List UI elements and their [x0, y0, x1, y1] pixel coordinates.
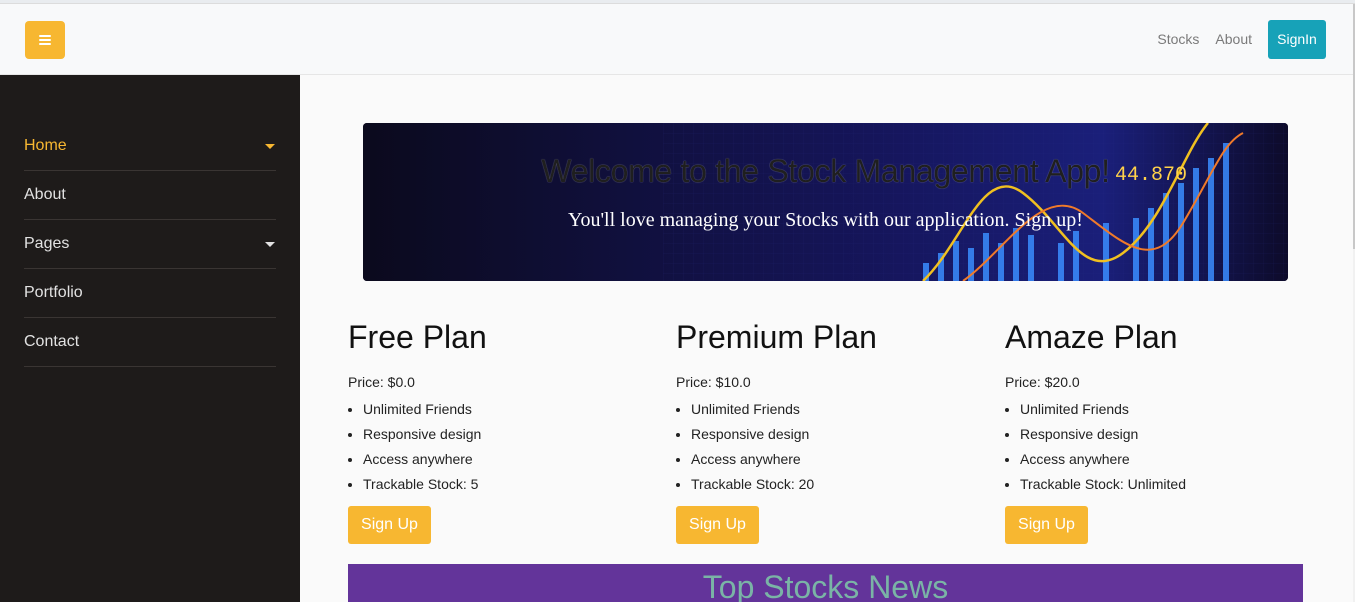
feature-item: Access anywhere — [691, 447, 966, 472]
feature-item: Access anywhere — [1020, 447, 1295, 472]
nav-link-about[interactable]: About — [1215, 19, 1252, 59]
sidebar-item-label: Portfolio — [24, 284, 83, 301]
signup-button-free[interactable]: Sign Up — [348, 506, 431, 544]
signup-button-amaze[interactable]: Sign Up — [1005, 506, 1088, 544]
plan-features: Unlimited Friends Responsive design Acce… — [348, 397, 638, 497]
sidebar-item-portfolio[interactable]: Portfolio — [24, 269, 276, 318]
feature-item: Trackable Stock: Unlimited — [1020, 472, 1295, 497]
news-section: Top Stocks News — [348, 564, 1303, 602]
feature-item: Responsive design — [691, 422, 966, 447]
sidebar-item-about[interactable]: About — [24, 171, 276, 220]
plan-features: Unlimited Friends Responsive design Acce… — [1005, 397, 1295, 497]
navbar-links: Stocks About SignIn — [1157, 19, 1326, 59]
hero-subtitle: You'll love managing your Stocks with ou… — [568, 209, 1083, 231]
sidebar-item-label: Pages — [24, 235, 70, 252]
sidebar-toggle-button[interactable] — [25, 21, 65, 59]
plan-features: Unlimited Friends Responsive design Acce… — [676, 397, 966, 497]
sidebar-item-label: Contact — [24, 333, 80, 350]
feature-item: Unlimited Friends — [1020, 397, 1295, 422]
sidebar-item-pages[interactable]: Pages — [24, 220, 276, 269]
sidebar-item-home[interactable]: Home — [24, 122, 276, 171]
sidebar-menu: Home About Pages Portfolio Contact — [24, 122, 276, 367]
plan-price: Price: $0.0 — [348, 374, 415, 390]
hero-banner: 44.870 Welcome to the Stock Management A… — [363, 123, 1288, 281]
feature-item: Unlimited Friends — [363, 397, 638, 422]
feature-item: Responsive design — [1020, 422, 1295, 447]
feature-item: Access anywhere — [363, 447, 638, 472]
sidebar-item-contact[interactable]: Contact — [24, 318, 276, 367]
sidebar-item-label: Home — [24, 137, 67, 154]
hamburger-icon — [39, 35, 51, 45]
caret-down-icon — [265, 241, 275, 247]
sidebar-item-label: About — [24, 186, 66, 203]
plan-card-free: Free Plan Price: $0.0 Unlimited Friends … — [348, 318, 638, 544]
plan-title: Premium Plan — [676, 319, 877, 355]
news-heading: Top Stocks News — [702, 569, 949, 602]
signup-button-premium[interactable]: Sign Up — [676, 506, 759, 544]
plan-price: Price: $20.0 — [1005, 374, 1080, 390]
nav-link-stocks[interactable]: Stocks — [1157, 19, 1199, 59]
feature-item: Unlimited Friends — [691, 397, 966, 422]
plan-title: Amaze Plan — [1005, 319, 1178, 355]
plan-card-amaze: Amaze Plan Price: $20.0 Unlimited Friend… — [1005, 318, 1295, 544]
signin-button[interactable]: SignIn — [1268, 19, 1326, 59]
hero-title: Welcome to the Stock Management App! — [541, 153, 1110, 189]
feature-item: Trackable Stock: 5 — [363, 472, 638, 497]
stock-chart-background: 44.870 — [363, 123, 1288, 281]
feature-item: Trackable Stock: 20 — [691, 472, 966, 497]
top-navbar: Stocks About SignIn — [0, 4, 1355, 75]
plan-price: Price: $10.0 — [676, 374, 751, 390]
caret-down-icon — [265, 143, 275, 149]
plan-title: Free Plan — [348, 319, 487, 355]
plan-card-premium: Premium Plan Price: $10.0 Unlimited Frie… — [676, 318, 966, 544]
feature-item: Responsive design — [363, 422, 638, 447]
